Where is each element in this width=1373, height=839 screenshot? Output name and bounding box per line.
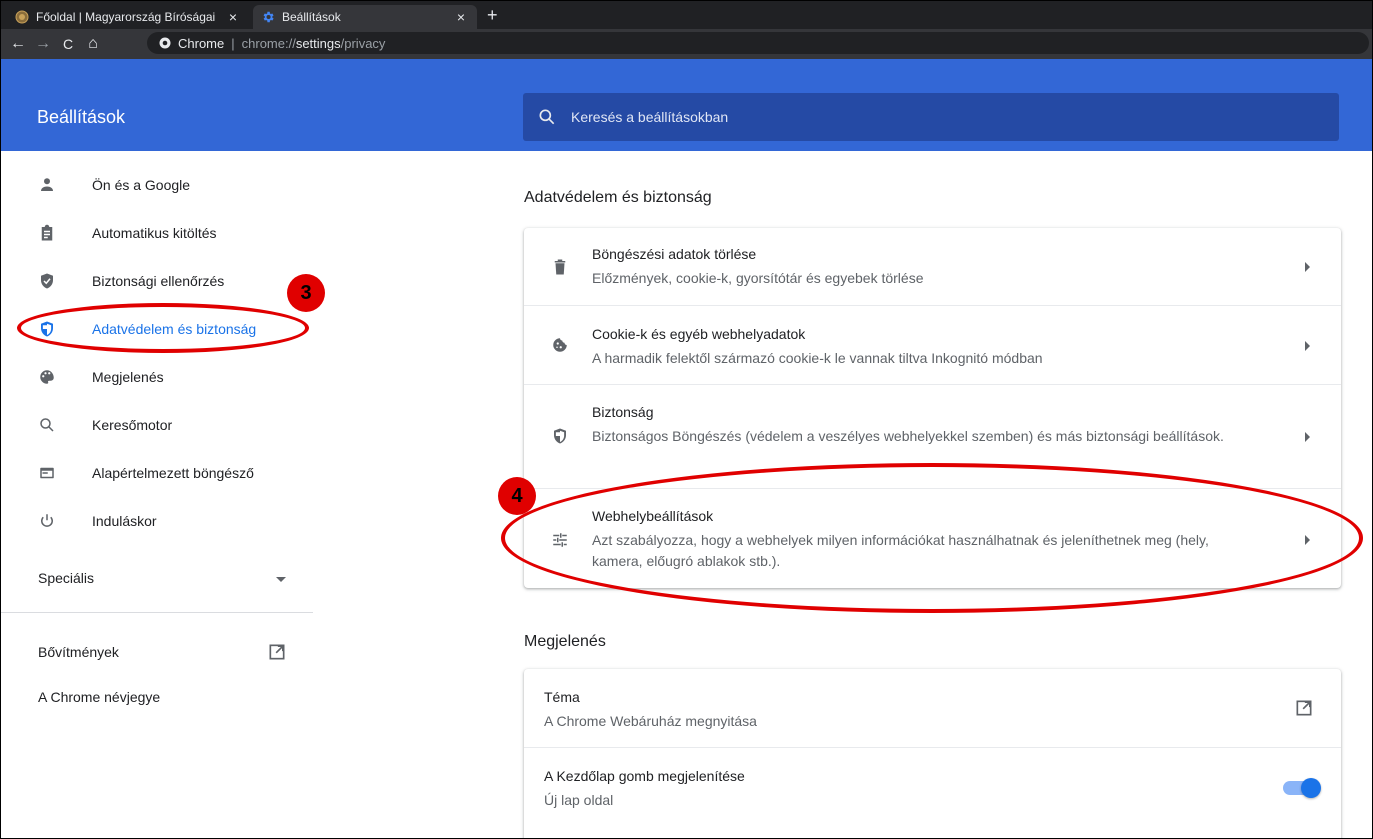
row-subtitle: A Chrome Webáruház megnyitása bbox=[544, 713, 757, 729]
row-subtitle: A harmadik felektől származó cookie-k le… bbox=[592, 350, 1043, 366]
sidebar-item-default-browser[interactable]: Alapértelmezett böngésző bbox=[1, 449, 313, 497]
site-label: Chrome bbox=[178, 35, 225, 51]
browser-window-icon bbox=[37, 463, 57, 483]
extensions-label: Bővítmények bbox=[38, 644, 119, 660]
person-icon bbox=[37, 175, 57, 195]
annotation-ellipse-site-settings bbox=[501, 463, 1363, 613]
palette-icon bbox=[37, 367, 57, 387]
row-cookies[interactable]: Cookie-k és egyéb webhelyadatok A harmad… bbox=[524, 305, 1341, 384]
sidebar-item-label: Megjelenés bbox=[92, 369, 164, 385]
section-title-appearance: Megjelenés bbox=[524, 633, 606, 650]
chevron-right-icon bbox=[1305, 341, 1310, 351]
browser-toolbar: ← → C ⌂ Chrome | chrome://settings/priva… bbox=[1, 29, 1372, 59]
browser-window: Főoldal | Magyarország Bíróságai × Beáll… bbox=[0, 0, 1373, 839]
search-icon bbox=[37, 415, 57, 435]
sidebar-divider bbox=[1, 612, 313, 613]
appearance-card: Téma A Chrome Webáruház megnyitása A Kez… bbox=[524, 669, 1341, 838]
row-clear-browsing-data[interactable]: Böngészési adatok törlése Előzmények, co… bbox=[524, 228, 1341, 305]
toggle-knob bbox=[1301, 778, 1321, 798]
section-title-privacy: Adatvédelem és biztonság bbox=[524, 189, 712, 206]
sidebar-about-chrome[interactable]: A Chrome névjegye bbox=[38, 689, 160, 705]
sidebar-item-label: Alapértelmezett böngésző bbox=[92, 465, 254, 481]
reload-button[interactable]: C bbox=[57, 33, 79, 55]
search-input[interactable]: Keresés a beállításokban bbox=[523, 93, 1339, 141]
tab-title: Beállítások bbox=[282, 10, 341, 24]
row-subtitle: Előzmények, cookie-k, gyorsítótár és egy… bbox=[592, 270, 924, 286]
clipboard-icon bbox=[37, 223, 57, 243]
home-button-toggle[interactable] bbox=[1283, 778, 1321, 798]
sidebar-item-you-and-google[interactable]: Ön és a Google bbox=[1, 161, 313, 209]
chevron-right-icon bbox=[1305, 432, 1310, 442]
row-title: A Kezdőlap gomb megjelenítése bbox=[544, 768, 745, 784]
row-title: Cookie-k és egyéb webhelyadatok bbox=[592, 326, 806, 342]
cookie-icon bbox=[550, 335, 570, 355]
new-tab-button[interactable]: + bbox=[487, 5, 498, 25]
settings-header: Beállítások Keresés a beállításokban bbox=[1, 59, 1372, 151]
tab-settings[interactable]: Beállítások × bbox=[253, 5, 477, 29]
page-title: Beállítások bbox=[37, 107, 126, 127]
tab-strip: Főoldal | Magyarország Bíróságai × Beáll… bbox=[1, 1, 1372, 29]
url-scheme: chrome:// bbox=[241, 35, 296, 51]
tab-title: Főoldal | Magyarország Bíróságai bbox=[36, 10, 216, 24]
advanced-label: Speciális bbox=[38, 570, 95, 586]
row-title: Biztonság bbox=[592, 404, 654, 420]
home-button[interactable]: ⌂ bbox=[82, 33, 104, 55]
search-placeholder: Keresés a beállításokban bbox=[571, 109, 729, 125]
trash-icon bbox=[550, 257, 570, 277]
address-bar[interactable]: Chrome | chrome://settings/privacy bbox=[147, 32, 1369, 54]
open-external-icon[interactable] bbox=[1294, 698, 1314, 718]
shield-check-icon bbox=[37, 271, 57, 291]
row-theme[interactable]: Téma A Chrome Webáruház megnyitása bbox=[524, 669, 1341, 747]
annotation-badge-4: 4 bbox=[498, 477, 536, 515]
tab-close-button[interactable]: × bbox=[453, 9, 469, 25]
power-icon bbox=[37, 511, 57, 531]
sidebar-item-label: Biztonsági ellenőrzés bbox=[92, 273, 225, 289]
sidebar: Ön és a Google Automatikus kitöltés Bizt… bbox=[1, 151, 313, 838]
gear-icon bbox=[261, 10, 275, 24]
chrome-icon bbox=[159, 37, 171, 49]
sidebar-item-label: Induláskor bbox=[92, 513, 157, 529]
separator: | bbox=[231, 35, 235, 51]
forward-button[interactable]: → bbox=[32, 33, 54, 55]
sidebar-extensions[interactable]: Bővítmények bbox=[1, 629, 313, 675]
back-button[interactable]: ← bbox=[7, 33, 29, 55]
court-seal-icon bbox=[15, 10, 29, 24]
chevron-right-icon bbox=[1305, 262, 1310, 272]
sidebar-advanced[interactable]: Speciális bbox=[1, 555, 313, 601]
open-external-icon bbox=[267, 642, 287, 662]
sidebar-item-safety-check[interactable]: Biztonsági ellenőrzés bbox=[1, 257, 313, 305]
sidebar-item-autofill[interactable]: Automatikus kitöltés bbox=[1, 209, 313, 257]
sidebar-item-label: Automatikus kitöltés bbox=[92, 225, 217, 241]
sidebar-item-appearance[interactable]: Megjelenés bbox=[1, 353, 313, 401]
row-title: Böngészési adatok törlése bbox=[592, 246, 757, 262]
tab-close-button[interactable]: × bbox=[225, 9, 241, 25]
sidebar-item-label: Keresőmotor bbox=[92, 417, 173, 433]
search-icon bbox=[537, 107, 557, 127]
caret-down-icon bbox=[276, 577, 286, 582]
row-home-button[interactable]: A Kezdőlap gomb megjelenítése Új lap old… bbox=[524, 747, 1341, 838]
row-subtitle: Új lap oldal bbox=[544, 792, 614, 808]
sidebar-item-on-startup[interactable]: Induláskor bbox=[1, 497, 313, 545]
url-path: /privacy bbox=[340, 35, 386, 51]
row-title: Téma bbox=[544, 689, 580, 705]
row-subtitle: Biztonságos Böngészés (védelem a veszély… bbox=[592, 428, 1224, 444]
annotation-ellipse-privacy bbox=[17, 303, 309, 353]
sidebar-item-search-engine[interactable]: Keresőmotor bbox=[1, 401, 313, 449]
sidebar-item-label: Ön és a Google bbox=[92, 177, 191, 193]
tab-birosag[interactable]: Főoldal | Magyarország Bíróságai × bbox=[7, 5, 249, 29]
annotation-badge-3: 3 bbox=[287, 274, 325, 312]
shield-icon bbox=[550, 426, 570, 446]
url-host: settings bbox=[295, 35, 341, 51]
